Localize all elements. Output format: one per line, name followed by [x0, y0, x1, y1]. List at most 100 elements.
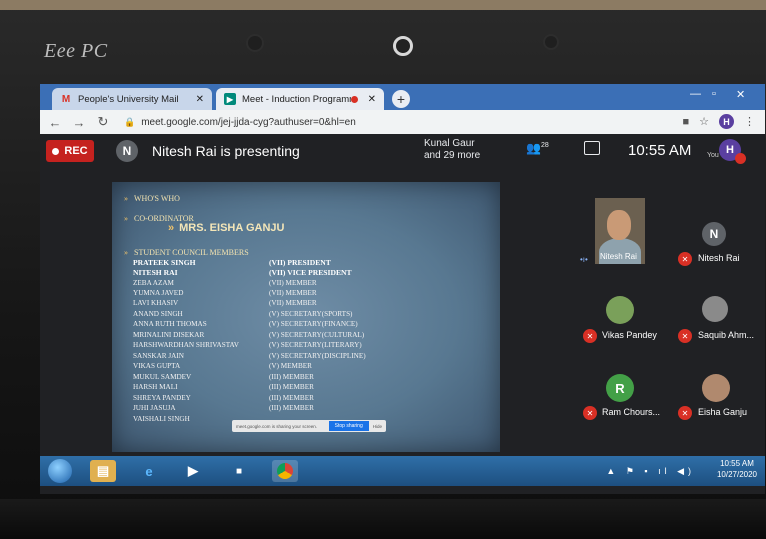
laptop-lower-frame: [0, 499, 766, 539]
member-row: ANAND SINGH (V) SECRETARY(SPORTS): [133, 310, 353, 318]
windows-taskbar: ▤ e ▶ ■ ▲ ⚑ ▪ ıl ◀) 10:55 AM 10/27/2020: [40, 456, 765, 486]
reload-icon[interactable]: ↻: [94, 114, 112, 130]
camera-icon[interactable]: ■: [682, 116, 689, 128]
presenter-avatar: N: [116, 140, 138, 162]
more-menu-icon[interactable]: ⋮: [744, 115, 755, 128]
record-dot-icon: [52, 147, 60, 155]
participants-line2: and 29 more: [424, 150, 481, 161]
media-player-icon[interactable]: ▶: [180, 460, 206, 482]
url-field[interactable]: 🔒 meet.google.com/jej-jjda-cyg?authuser=…: [124, 114, 669, 130]
member-row: LAVI KHASIV (VII) MEMBER: [133, 299, 317, 307]
video-camera-icon[interactable]: ■: [226, 460, 252, 482]
meet-icon: ▶: [224, 93, 236, 105]
video-person-face: [607, 210, 631, 240]
people-count: 28: [540, 142, 549, 149]
close-tab-icon[interactable]: ✕: [196, 94, 204, 105]
close-tab-icon[interactable]: ✕: [368, 94, 376, 105]
participant-avatar[interactable]: [702, 296, 728, 322]
member-row: MUKUL SAMDEV (III) MEMBER: [133, 373, 314, 381]
chat-icon[interactable]: [584, 141, 600, 155]
chrome-logo: [277, 463, 293, 479]
share-message: meet.google.com is sharing your screen.: [236, 423, 318, 429]
hide-button[interactable]: Hide: [373, 424, 382, 429]
participant-avatar[interactable]: [606, 296, 634, 324]
participant-avatar[interactable]: [702, 374, 730, 402]
forward-arrow-icon[interactable]: →: [70, 115, 88, 130]
device-brand-logo: Eee PC: [44, 40, 108, 62]
internet-explorer-icon[interactable]: e: [136, 460, 162, 482]
mic-off-icon: ✕: [583, 406, 597, 420]
member-row: HARSHWARDHAN SHRIVASTAV (V) SECRETARY(LIT…: [133, 341, 362, 349]
participant-avatar[interactable]: R: [606, 374, 634, 402]
people-icon: 👥: [526, 141, 541, 155]
minimize-icon[interactable]: —: [690, 88, 701, 100]
screen-share-bar: meet.google.com is sharing your screen. …: [232, 420, 386, 432]
participant-name: Nitesh Rai: [600, 252, 637, 261]
start-button[interactable]: [48, 459, 72, 483]
member-row: PRATEEK SINGH (VII) PRESIDENT: [133, 258, 331, 267]
participant-avatar[interactable]: N: [702, 222, 726, 246]
file-explorer-icon[interactable]: ▤: [90, 460, 116, 482]
maximize-icon[interactable]: ▫: [712, 88, 716, 100]
mic-off-icon: ✕: [583, 329, 597, 343]
back-arrow-icon[interactable]: ←: [46, 115, 64, 130]
member-row: MRINALINI DISEKAR (V) SECRETARY(CULTURAL): [133, 331, 365, 339]
mic-off-icon: ✕: [678, 252, 692, 266]
member-row: SANSKAR JAIN (V) SECRETARY(DISCIPLINE): [133, 352, 366, 360]
presenting-status: Nitesh Rai is presenting: [152, 143, 300, 159]
mic-off-icon: ✕: [678, 406, 692, 420]
participants-summary[interactable]: Kunal Gaur and 29 more: [424, 138, 480, 162]
slide-heading-whos-who: WHO'S WHO: [124, 194, 180, 203]
address-bar-row: ← → ↻ 🔒 meet.google.com/jej-jjda-cyg?aut…: [40, 110, 765, 134]
bookmark-star-icon[interactable]: ☆: [699, 115, 709, 128]
meet-header: REC N Nitesh Rai is presenting Kunal Gau…: [40, 134, 765, 168]
stop-sharing-button[interactable]: Stop sharing: [328, 421, 369, 431]
system-tray-icons[interactable]: ▲ ⚑ ▪ ıl ◀): [606, 466, 695, 477]
member-row: HARSH MALI (III) MEMBER: [133, 383, 314, 391]
presentation-slide: WHO'S WHO CO-ORDINATOR MRS. EISHA GANJU …: [112, 182, 500, 452]
recording-indicator-icon: [350, 95, 358, 103]
webcam-lens: [393, 36, 413, 56]
taskbar-date: 10/27/2020: [716, 470, 757, 479]
member-row: NITESH RAI (VII) VICE PRESIDENT: [133, 268, 352, 277]
recording-badge: REC: [46, 140, 94, 162]
mic-off-icon: [735, 153, 746, 164]
bezel-sensor: [545, 36, 557, 48]
browser-toolbar: ■ ☆ H ⋮: [682, 114, 755, 129]
rec-label: REC: [64, 145, 88, 157]
laptop-screen: M People's University Mail ✕ ▶ Meet - In…: [40, 84, 765, 494]
participants-line1: Kunal Gaur: [424, 138, 475, 149]
people-button[interactable]: 👥28: [526, 141, 549, 155]
tab-meet[interactable]: ▶ Meet - Induction Programm ✕: [216, 88, 384, 110]
speaking-indicator-icon: •ı•: [580, 255, 588, 264]
lock-icon: 🔒: [124, 116, 136, 127]
url-text: meet.google.com/jej-jjda-cyg?authuser=0&…: [141, 116, 356, 128]
browser-tab-bar: M People's University Mail ✕ ▶ Meet - In…: [40, 84, 765, 110]
participant-name: Vikas Pandey: [602, 330, 657, 340]
member-row: ANNA RUTH THOMAS (V) SECRETARY(FINANCE): [133, 320, 358, 328]
member-row: YUMNA JAVED (VII) MEMBER: [133, 289, 317, 297]
participant-video-tile[interactable]: Nitesh Rai: [595, 198, 645, 264]
system-clock[interactable]: 10:55 AM 10/27/2020: [717, 458, 757, 480]
participant-name: Ram Chours...: [602, 407, 661, 417]
meeting-clock: 10:55 AM: [628, 142, 692, 159]
tab-title: Meet - Induction Programm: [242, 93, 351, 105]
slide-heading-council: STUDENT COUNCIL MEMBERS: [124, 248, 249, 257]
participant-name: Eisha Ganju: [698, 407, 748, 417]
chrome-icon[interactable]: [272, 460, 298, 482]
tab-title: People's University Mail: [78, 93, 179, 105]
new-tab-button[interactable]: +: [392, 90, 410, 108]
participant-name: Nitesh Rai: [698, 253, 740, 263]
member-row: JUHI JASUJA (III) MEMBER: [133, 404, 314, 412]
participant-name: Saquib Ahm...: [698, 330, 755, 340]
member-row: VIKAS GUPTA (V) MEMBER: [133, 362, 312, 370]
member-row: SHREYA PANDEY (III) MEMBER: [133, 394, 314, 402]
tab-university-mail[interactable]: M People's University Mail ✕: [52, 88, 212, 110]
bezel-sensor: [248, 36, 262, 50]
you-label: You: [707, 152, 719, 159]
close-window-icon[interactable]: ✕: [736, 88, 745, 101]
profile-avatar[interactable]: H: [719, 114, 734, 129]
mic-off-icon: ✕: [678, 329, 692, 343]
coordinator-name: MRS. EISHA GANJU: [168, 222, 284, 234]
member-row: ZEBA AZAM (VII) MEMBER: [133, 279, 317, 287]
